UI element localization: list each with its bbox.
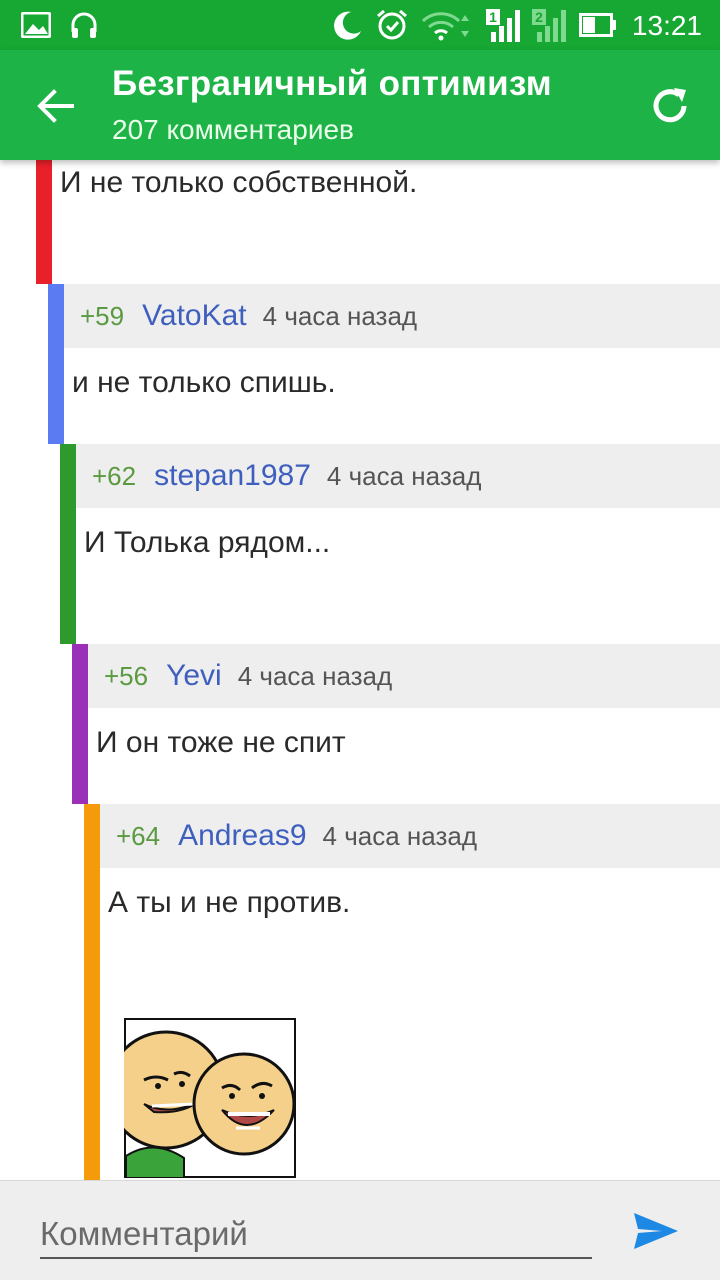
- comment-image[interactable]: [124, 1018, 296, 1178]
- comment-item: И не только собственной.: [36, 160, 720, 284]
- comment-item: +56 Yevi 4 часа назад И он тоже не спит: [72, 644, 720, 804]
- comment-author[interactable]: Andreas9: [178, 819, 306, 853]
- comment-score[interactable]: +64: [116, 821, 160, 852]
- headphones-icon: [68, 8, 100, 42]
- comment-score[interactable]: +62: [92, 461, 136, 492]
- comment-text: И не только собственной.: [60, 166, 418, 199]
- page-title: Безграничный оптимизм: [112, 64, 552, 103]
- comment-item: +64 Andreas9 4 часа назад А ты и не прот…: [84, 804, 720, 1180]
- comment-time: 4 часа назад: [237, 660, 393, 691]
- comment-text: И Толька рядом...: [84, 526, 331, 559]
- back-arrow-icon[interactable]: [32, 82, 80, 130]
- comment-time: 4 часа назад: [262, 300, 418, 331]
- comment-author[interactable]: stepan1987: [154, 459, 311, 493]
- comment-score[interactable]: +56: [104, 661, 148, 692]
- svg-text:1: 1: [489, 9, 497, 25]
- wifi-icon: [420, 8, 476, 42]
- comment-text: и не только спишь.: [72, 366, 336, 399]
- moon-icon: [330, 8, 364, 42]
- thread-depth-bar: [84, 804, 100, 1180]
- thread-depth-bar: [72, 644, 88, 804]
- comment-item: +59 VatoKat 4 часа назад и не только спи…: [48, 284, 720, 444]
- app-bar: Безграничный оптимизм 207 комментариев: [0, 50, 720, 160]
- thread-depth-bar: [48, 284, 64, 444]
- comment-time: 4 часа назад: [326, 460, 482, 491]
- status-time: 13:21: [631, 10, 702, 41]
- comment-header: +56 Yevi 4 часа назад: [88, 644, 720, 708]
- comment-text: А ты и не против.: [108, 886, 351, 919]
- thread-depth-bar: [60, 444, 76, 644]
- refresh-icon[interactable]: [646, 82, 694, 130]
- comment-input[interactable]: Комментарий: [40, 1209, 592, 1259]
- comment-header: +64 Andreas9 4 часа назад: [100, 804, 720, 868]
- comments-list[interactable]: И не только собственной. +59 VatoKat 4 ч…: [0, 160, 720, 1180]
- alarm-icon: [374, 8, 410, 42]
- comment-time: 4 часа назад: [322, 820, 477, 851]
- comment-header: +62 stepan1987 4 часа назад: [76, 444, 720, 508]
- comment-header: +59 VatoKat 4 часа назад: [64, 284, 720, 348]
- status-bar: 1 2 13:21: [0, 0, 720, 50]
- comment-author[interactable]: Yevi: [166, 659, 222, 693]
- svg-text:2: 2: [535, 9, 543, 25]
- gallery-icon: [20, 8, 52, 42]
- comment-item: +62 stepan1987 4 часа назад И Толька ряд…: [60, 444, 720, 644]
- signal-sim2-icon: 2: [530, 8, 570, 42]
- send-icon[interactable]: [632, 1211, 680, 1251]
- comment-author[interactable]: VatoKat: [142, 299, 247, 333]
- comment-count: 207 комментариев: [112, 114, 354, 145]
- comment-text: И он тоже не спит: [96, 726, 346, 759]
- battery-icon: [578, 8, 618, 42]
- signal-sim1-icon: 1: [484, 8, 524, 42]
- thread-depth-bar: [36, 160, 52, 284]
- comment-composer: Комментарий: [0, 1180, 720, 1280]
- comment-score[interactable]: +59: [80, 301, 124, 332]
